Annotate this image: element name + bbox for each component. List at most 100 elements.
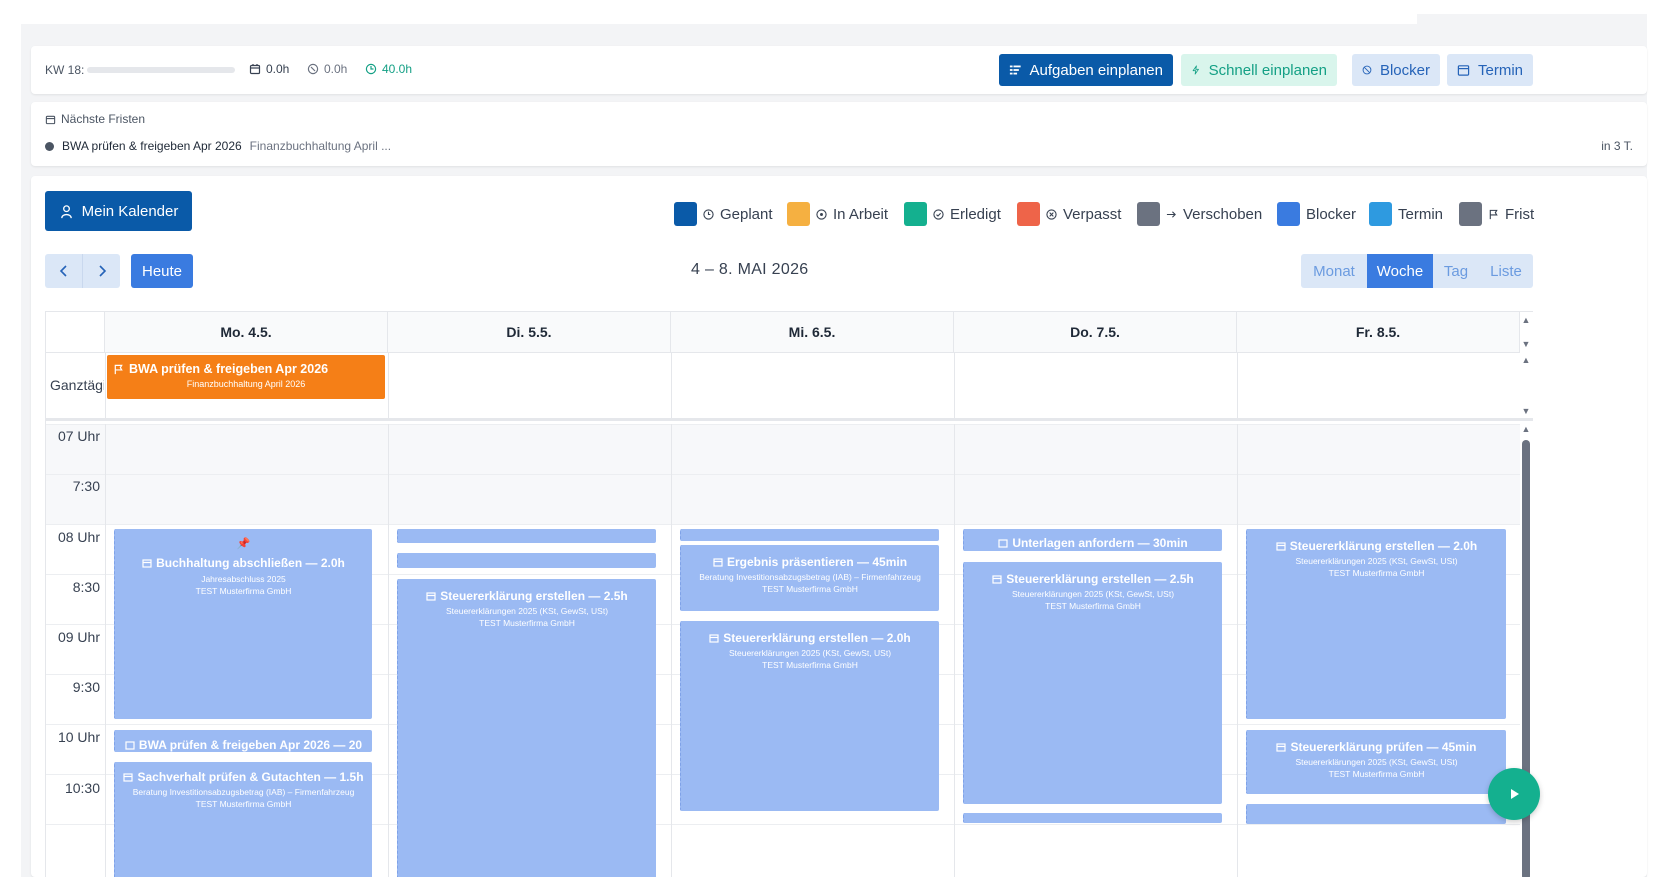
day-header-fri: Fr. 8.5.: [1237, 312, 1520, 353]
calendar-icon: [426, 592, 436, 601]
legend-label: Termin: [1398, 205, 1444, 223]
legend-swatch: [787, 202, 810, 226]
all-day-event-subtitle: Finanzbuchhaltung April 2026: [186, 379, 306, 389]
list-icon: [1009, 65, 1021, 75]
check-circle-icon: [933, 208, 944, 220]
event-mon-bwa[interactable]: BWA prüfen & freigeben Apr 2026 — 20: [114, 730, 372, 752]
time-label: 08 Uhr: [57, 529, 100, 545]
next-week-button[interactable]: [83, 254, 120, 288]
event-line1: Beratung Investitionsabzugsbetrag (IAB) …: [132, 787, 355, 797]
calendar-nav: [45, 254, 120, 288]
quick-plan-button[interactable]: Schnell einplanen: [1181, 54, 1337, 86]
time-label: 7:30: [72, 478, 100, 494]
time-label: 10 Uhr: [57, 729, 100, 745]
legend-appointment: Termin: [1369, 202, 1443, 226]
deadline-item[interactable]: BWA prüfen & freigeben Apr 2026 Finanzbu…: [45, 139, 391, 153]
event-line1: Steuererklärungen 2025 (KSt, GewSt, USt): [445, 606, 609, 616]
plan-tasks-button[interactable]: Aufgaben einplanen: [999, 54, 1173, 86]
week-stats-card: KW 18: 0.0h 0.0h 40.0h Aufgaben einplane…: [31, 46, 1647, 94]
view-day-button[interactable]: Tag: [1433, 254, 1479, 288]
view-list-button[interactable]: Liste: [1479, 254, 1533, 288]
scroll-down-arrow-icon[interactable]: ▼: [1521, 406, 1531, 416]
event-fri-slot[interactable]: [1246, 804, 1506, 824]
event-mon-gutachten[interactable]: Sachverhalt prüfen & Gutachten — 1.5h Be…: [114, 762, 372, 877]
plan-tasks-label: Aufgaben einplanen: [1029, 61, 1163, 79]
prev-week-button[interactable]: [45, 254, 83, 288]
calendar-icon: [992, 575, 1002, 584]
time-label: 9:30: [72, 679, 100, 695]
calendar-icon: [1276, 743, 1287, 752]
legend-missed: Verpasst: [1017, 202, 1121, 226]
event-wed-presentation[interactable]: Ergebnis präsentieren — 45min Beratung I…: [680, 545, 939, 611]
time-label: 8:30: [72, 579, 100, 595]
event-line1: Beratung Investitionsabzugsbetrag (IAB) …: [699, 572, 921, 582]
time-label: 07 Uhr: [57, 428, 100, 444]
scroll-up-arrow-icon[interactable]: ▲: [1521, 315, 1531, 325]
legend-deadline: Frist: [1459, 202, 1534, 226]
ban-icon: [1362, 65, 1372, 75]
calendar-icon: [249, 64, 261, 75]
pin-icon: 📌: [236, 538, 251, 550]
event-tue-slot[interactable]: [397, 529, 656, 543]
deadlines-title: Nächste Fristen: [61, 112, 146, 126]
legend-swatch: [904, 202, 927, 226]
event-fri-tax-check[interactable]: Steuererklärung prüfen — 45min Steuererk…: [1246, 730, 1506, 794]
event-title: Steuererklärung erstellen — 2.5h: [1006, 572, 1194, 586]
planned-hours-stat: 0.0h: [249, 62, 289, 76]
event-tue-tax-return[interactable]: Steuererklärung erstellen — 2.5h Steuere…: [397, 579, 656, 877]
event-thu-slot[interactable]: [963, 813, 1222, 823]
event-line1: Steuererklärungen 2025 (KSt, GewSt, USt): [1295, 556, 1458, 566]
all-day-event[interactable]: BWA prüfen & freigeben Apr 2026 Finanzbu…: [107, 355, 385, 399]
event-title: Steuererklärung erstellen — 2.5h: [440, 589, 628, 603]
legend-swatch: [1277, 202, 1300, 226]
event-wed-slot[interactable]: [680, 529, 939, 541]
legend-label: Geplant: [720, 205, 773, 223]
scroll-up-arrow-icon[interactable]: ▲: [1521, 355, 1531, 365]
scroll-up-arrow-icon[interactable]: ▲: [1521, 424, 1531, 434]
view-month-button[interactable]: Monat: [1301, 254, 1367, 288]
all-day-label: Ganztägig: [50, 377, 104, 393]
event-title: Sachverhalt prüfen & Gutachten — 1.5h: [137, 770, 364, 784]
event-fri-tax-return[interactable]: Steuererklärung erstellen — 2.0h Steuere…: [1246, 529, 1506, 719]
app-page: KW 18: 0.0h 0.0h 40.0h Aufgaben einplane…: [21, 0, 1647, 877]
event-wed-tax-return[interactable]: Steuererklärung erstellen — 2.0h Steuere…: [680, 621, 939, 811]
event-line2: TEST Musterfirma GmbH: [762, 584, 858, 594]
event-mon-bookkeeping[interactable]: 📌 Buchhaltung abschließen — 2.0h Jahresa…: [114, 529, 372, 719]
week-progress-bar: [87, 67, 235, 73]
chevron-left-icon: [59, 265, 67, 277]
deadlines-header: Nächste Fristen: [45, 112, 145, 126]
lightning-icon: [1192, 65, 1199, 75]
legend-in-progress: In Arbeit: [787, 202, 888, 226]
appointment-label: Termin: [1477, 61, 1523, 79]
header-scrollbar[interactable]: ▲ ▼ ▲ ▼: [1521, 312, 1531, 422]
scroll-down-arrow-icon[interactable]: ▼: [1521, 339, 1531, 349]
start-timer-button[interactable]: [1488, 768, 1540, 820]
event-thu-tax-return[interactable]: Steuererklärung erstellen — 2.5h Steuere…: [963, 562, 1222, 804]
legend-swatch: [674, 202, 697, 226]
top-strip: [21, 0, 1647, 24]
appointment-button[interactable]: Termin: [1447, 54, 1533, 86]
event-tue-slot[interactable]: [397, 553, 656, 568]
view-week-button[interactable]: Woche: [1367, 254, 1433, 288]
blocker-button[interactable]: Blocker: [1352, 54, 1440, 86]
event-line1: Steuererklärungen 2025 (KSt, GewSt, USt): [1295, 757, 1458, 767]
event-thu-documents[interactable]: Unterlagen anfordern — 30min: [963, 529, 1222, 551]
legend-label: In Arbeit: [833, 205, 889, 223]
event-line2: TEST Musterfirma GmbH: [1328, 769, 1425, 779]
event-line2: TEST Musterfirma GmbH: [1328, 568, 1425, 578]
today-button[interactable]: Heute: [131, 254, 193, 288]
legend-label: Blocker: [1306, 205, 1357, 223]
legend-swatch: [1369, 202, 1392, 226]
deadline-status-dot: [45, 141, 54, 151]
deadline-subtitle: Finanzbuchhaltung April ...: [249, 139, 392, 153]
my-calendar-button[interactable]: Mein Kalender: [45, 191, 192, 231]
deadlines-card: Nächste Fristen BWA prüfen & freigeben A…: [31, 102, 1647, 166]
all-day-event-title: BWA prüfen & freigeben Apr 2026: [129, 362, 329, 376]
calendar-icon: [1276, 542, 1286, 551]
view-switcher: Monat Woche Tag Liste: [1301, 254, 1533, 288]
legend-swatch: [1137, 202, 1160, 226]
event-line2: TEST Musterfirma GmbH: [762, 660, 858, 670]
event-line2: TEST Musterfirma GmbH: [195, 586, 292, 596]
event-line1: Steuererklärungen 2025 (KSt, GewSt, USt): [728, 648, 892, 658]
deadline-title: BWA prüfen & freigeben Apr 2026: [62, 139, 242, 153]
